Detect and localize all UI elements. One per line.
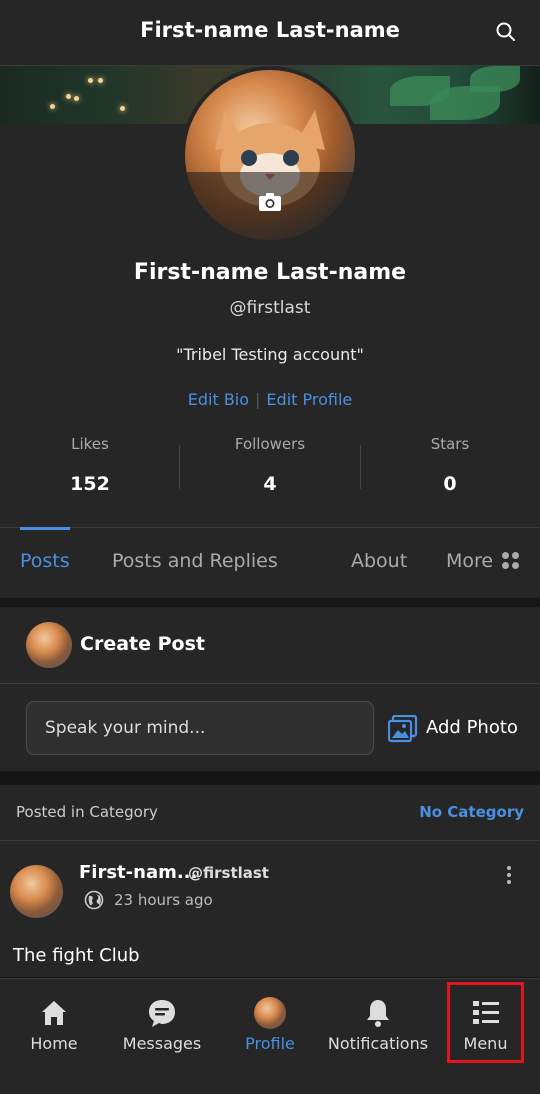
create-post-card: Create Post Speak your mind... Add Photo bbox=[0, 607, 540, 771]
tab-posts[interactable]: Posts bbox=[20, 550, 70, 572]
add-photo-icon[interactable] bbox=[388, 715, 418, 743]
post-text: The fight Club bbox=[13, 945, 140, 966]
messages-icon bbox=[149, 1000, 175, 1027]
edit-bio-link[interactable]: Edit Bio bbox=[188, 390, 249, 409]
nav-home[interactable]: Home bbox=[14, 979, 94, 1069]
bio-links: Edit Bio | Edit Profile bbox=[0, 390, 540, 409]
more-options-icon[interactable] bbox=[506, 866, 512, 886]
stat-followers[interactable]: Followers 4 bbox=[180, 435, 360, 495]
stat-label: Stars bbox=[430, 435, 470, 453]
nav-label: Messages bbox=[122, 1034, 202, 1053]
avatar-photo bbox=[185, 70, 355, 240]
profile-name: First-name Last-name bbox=[133, 260, 407, 285]
search-icon[interactable] bbox=[494, 20, 518, 44]
avatar bbox=[26, 622, 72, 668]
nav-label: Notifications bbox=[327, 1034, 429, 1053]
post-author-avatar[interactable] bbox=[10, 865, 63, 918]
tab-about[interactable]: About bbox=[351, 550, 407, 572]
nav-label: Profile bbox=[245, 1034, 295, 1053]
profile-avatar[interactable] bbox=[181, 66, 359, 244]
stat-label: Followers bbox=[234, 435, 306, 453]
profile-tabs: Posts Posts and Replies About More bbox=[0, 527, 540, 597]
profile-handle: @firstlast bbox=[229, 298, 311, 318]
add-photo-button[interactable]: Add Photo bbox=[426, 717, 518, 738]
header-title: First-name Last-name bbox=[140, 18, 400, 42]
home-icon bbox=[42, 1001, 66, 1025]
category-label: Posted in Category bbox=[16, 803, 158, 821]
bell-icon bbox=[367, 1000, 389, 1027]
nav-profile[interactable]: Profile bbox=[230, 979, 310, 1069]
active-tab-indicator bbox=[20, 527, 70, 530]
post-time: 23 hours ago bbox=[114, 891, 213, 909]
avatar bbox=[254, 997, 286, 1029]
category-value[interactable]: No Category bbox=[419, 803, 524, 821]
tab-posts-and-replies[interactable]: Posts and Replies bbox=[112, 550, 278, 572]
camera-icon[interactable] bbox=[258, 191, 282, 213]
nav-messages[interactable]: Messages bbox=[112, 979, 212, 1069]
post-card: Posted in Category No Category First-nam… bbox=[0, 785, 540, 977]
stat-value: 152 bbox=[70, 473, 110, 495]
create-post-title: Create Post bbox=[80, 633, 205, 655]
post-author-handle[interactable]: @firstlast bbox=[188, 864, 269, 882]
globe-icon bbox=[84, 890, 104, 910]
category-row: Posted in Category No Category bbox=[0, 785, 540, 841]
profile-bio: "Tribel Testing account" bbox=[176, 345, 364, 364]
top-header: First-name Last-name bbox=[0, 0, 540, 66]
divider bbox=[0, 683, 540, 684]
stat-likes[interactable]: Likes 152 bbox=[0, 435, 180, 495]
speak-your-mind-input[interactable]: Speak your mind... bbox=[26, 701, 374, 755]
post-author-name[interactable]: First-nam... bbox=[79, 862, 197, 883]
stat-value: 4 bbox=[263, 473, 277, 495]
stat-label: Likes bbox=[71, 435, 109, 453]
more-grid-icon[interactable] bbox=[502, 552, 520, 570]
menu-highlight-box bbox=[447, 982, 524, 1063]
nav-label: Home bbox=[30, 1034, 78, 1053]
link-separator: | bbox=[255, 390, 261, 409]
tab-more[interactable]: More bbox=[446, 550, 493, 572]
stat-value: 0 bbox=[443, 473, 457, 495]
stat-stars[interactable]: Stars 0 bbox=[360, 435, 540, 495]
nav-notifications[interactable]: Notifications bbox=[326, 979, 430, 1069]
edit-profile-link[interactable]: Edit Profile bbox=[266, 390, 352, 409]
